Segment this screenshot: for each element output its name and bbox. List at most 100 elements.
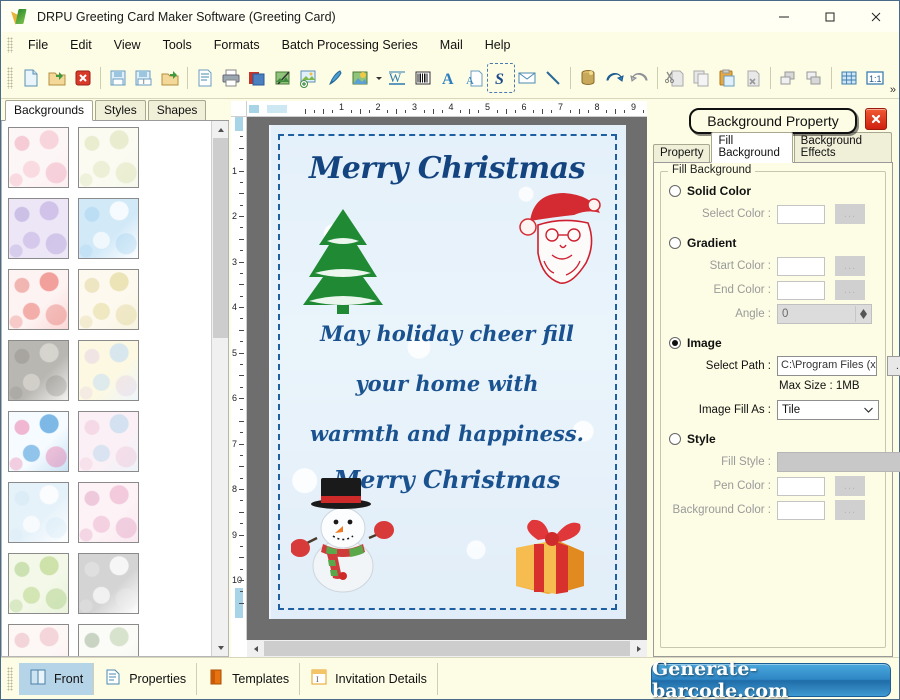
image-fill-as-select[interactable]: Tile	[777, 400, 879, 420]
line-tool-icon[interactable]	[540, 64, 566, 92]
insert-image-icon[interactable]	[296, 64, 322, 92]
chevron-down-icon[interactable]	[212, 639, 228, 656]
menu-item-file[interactable]: File	[17, 35, 59, 55]
background-thumbnail[interactable]	[8, 340, 69, 401]
horizontal-ruler[interactable]: 1 2 3 4 5 6 7 8 9	[247, 101, 647, 117]
end-color-browse-button[interactable]: ...	[835, 280, 865, 300]
menu-item-formats[interactable]: Formats	[203, 35, 271, 55]
page-setup-icon[interactable]	[192, 64, 218, 92]
chevron-down-icon[interactable]	[374, 64, 384, 92]
zoom-actual-size-icon[interactable]: 1:1	[862, 64, 888, 92]
redo-icon[interactable]	[627, 64, 653, 92]
mail-icon[interactable]	[514, 64, 540, 92]
shape-tool-icon[interactable]	[348, 64, 374, 92]
radio-image[interactable]: Image	[669, 336, 877, 350]
signature-icon[interactable]: S	[487, 62, 515, 93]
angle-spinner[interactable]: 0	[777, 304, 872, 324]
radio-solid-color[interactable]: Solid Color	[669, 184, 877, 198]
maximize-button[interactable]	[807, 1, 853, 32]
text-page-icon[interactable]: A	[462, 64, 488, 92]
gift-box-icon[interactable]	[510, 508, 588, 599]
background-thumbnail[interactable]	[78, 269, 139, 330]
menu-item-batch-processing-series[interactable]: Batch Processing Series	[271, 35, 429, 55]
background-thumbnail[interactable]	[8, 553, 69, 614]
status-item-invitation-details[interactable]: I Invitation Details	[300, 662, 438, 695]
database-icon[interactable]	[575, 64, 601, 92]
background-thumbnail[interactable]	[8, 411, 69, 472]
copy-icon[interactable]	[688, 64, 714, 92]
background-thumbnail[interactable]	[78, 127, 139, 188]
background-thumbnail[interactable]	[8, 482, 69, 543]
text-tool-icon[interactable]: A	[436, 64, 462, 92]
brand-watermark[interactable]: Generate-barcode.com	[651, 658, 891, 700]
menu-item-edit[interactable]: Edit	[59, 35, 103, 55]
toolbar-overflow-button[interactable]: »	[890, 84, 896, 96]
select-path-browse-button[interactable]: ...	[887, 356, 900, 376]
status-item-front[interactable]: Front	[19, 662, 95, 695]
tab-backgrounds[interactable]: Backgrounds	[5, 100, 94, 121]
background-icon[interactable]	[270, 64, 296, 92]
background-thumbnail[interactable]	[78, 411, 139, 472]
background-thumbnail[interactable]	[8, 127, 69, 188]
card-message-line3[interactable]: warmth and happiness.	[269, 421, 626, 446]
bring-front-icon[interactable]	[775, 64, 801, 92]
background-color-swatch[interactable]	[777, 500, 825, 520]
export-folder-icon[interactable]	[157, 64, 183, 92]
toolbar-grip[interactable]	[7, 66, 13, 89]
radio-button-style[interactable]	[669, 433, 681, 445]
open-folder-icon[interactable]	[44, 64, 70, 92]
new-document-icon[interactable]	[18, 64, 44, 92]
watermark-icon[interactable]: W	[384, 64, 410, 92]
minimize-button[interactable]	[761, 1, 807, 32]
undo-icon[interactable]	[601, 64, 627, 92]
greeting-card[interactable]: Merry Christmas May holiday cheer fill y…	[268, 125, 626, 619]
card-message-line2[interactable]: your home with	[269, 371, 626, 396]
chevron-up-icon[interactable]	[212, 121, 228, 138]
status-item-properties[interactable]: Properties	[94, 662, 198, 695]
start-color-browse-button[interactable]: ...	[835, 256, 865, 276]
radio-gradient[interactable]: Gradient	[669, 236, 877, 250]
snowman-icon[interactable]	[289, 470, 396, 599]
print-icon[interactable]	[218, 64, 244, 92]
card-message-line1[interactable]: May holiday cheer fill	[269, 321, 626, 346]
tab-property[interactable]: Property	[653, 144, 711, 162]
spinner-arrows[interactable]	[855, 306, 870, 322]
status-item-templates[interactable]: Templates	[197, 662, 301, 695]
menu-item-view[interactable]: View	[103, 35, 152, 55]
chevron-right-icon[interactable]	[630, 640, 647, 657]
select-path-input[interactable]: C:\Program Files (x86	[777, 356, 877, 376]
menu-item-mail[interactable]: Mail	[429, 35, 474, 55]
tab-styles[interactable]: Styles	[95, 100, 146, 120]
christmas-tree-icon[interactable]	[297, 205, 389, 322]
vertical-ruler[interactable]: 1 2 3 4 5 6 7 8 9 10	[231, 117, 247, 640]
save-icon[interactable]	[105, 64, 131, 92]
pen-color-swatch[interactable]	[777, 476, 825, 496]
close-panel-icon[interactable]	[865, 108, 887, 130]
background-thumbnail[interactable]	[78, 198, 139, 259]
delete-icon[interactable]	[740, 64, 766, 92]
send-back-icon[interactable]	[801, 64, 827, 92]
status-bar-grip[interactable]	[7, 666, 13, 691]
radio-style[interactable]: Style	[669, 432, 877, 446]
radio-button-solid-color[interactable]	[669, 185, 681, 197]
left-panel-scrollbar[interactable]	[211, 121, 228, 656]
radio-button-image[interactable]	[669, 337, 681, 349]
pen-tool-icon[interactable]	[322, 64, 348, 92]
card-title-text[interactable]: Merry Christmas	[269, 151, 626, 186]
menu-item-tools[interactable]: Tools	[152, 35, 203, 55]
tab-shapes[interactable]: Shapes	[147, 100, 207, 120]
background-thumbnail[interactable]	[8, 624, 69, 656]
select-color-browse-button[interactable]: ...	[835, 204, 865, 224]
background-thumbnail[interactable]	[78, 482, 139, 543]
select-color-swatch[interactable]	[777, 204, 825, 224]
paste-icon[interactable]	[714, 64, 740, 92]
cut-icon[interactable]	[662, 64, 688, 92]
hscroll-track[interactable]	[264, 641, 630, 656]
radio-button-gradient[interactable]	[669, 237, 681, 249]
santa-face-icon[interactable]	[516, 187, 608, 296]
barcode-icon[interactable]	[410, 64, 436, 92]
background-color-browse-button[interactable]: ...	[835, 500, 865, 520]
fill-style-select[interactable]	[777, 452, 900, 472]
background-thumbnail[interactable]	[8, 198, 69, 259]
design-canvas[interactable]: Merry Christmas May holiday cheer fill y…	[247, 117, 647, 640]
